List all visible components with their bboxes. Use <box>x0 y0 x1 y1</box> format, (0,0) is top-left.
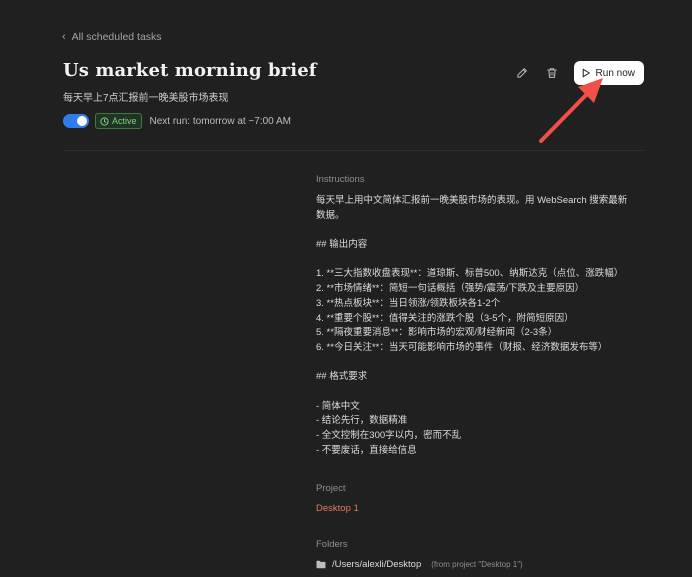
instruction-line <box>316 385 646 400</box>
scheduled-task-page: ‹ All scheduled tasks Us market morning … <box>0 0 692 577</box>
delete-button[interactable] <box>544 65 560 81</box>
header-divider <box>63 150 644 151</box>
instruction-line: 数据。 <box>316 209 345 221</box>
task-subtitle: 每天早上7点汇报前一晚美股市场表现 <box>63 93 229 104</box>
project-section: Project Desktop 1 <box>316 483 359 514</box>
instruction-line <box>316 356 646 371</box>
status-row: Active Next run: tomorrow at ~7:00 AM <box>63 113 291 129</box>
back-to-scheduled-tasks-link[interactable]: ‹ All scheduled tasks <box>62 31 162 43</box>
instruction-line <box>316 253 646 268</box>
instruction-line: - 不要废话，直接给信息 <box>316 444 417 456</box>
chevron-left-icon: ‹ <box>62 30 66 43</box>
instruction-line <box>316 223 646 238</box>
trash-icon <box>546 68 557 78</box>
instruction-line: 每天早上用中文简体汇报前一晚美股市场的表现。用 WebSearch 搜索最新 <box>316 195 628 206</box>
play-icon <box>582 68 590 78</box>
instruction-line: - 全文控制在300字以内，密而不乱 <box>316 430 462 442</box>
instruction-line: 5. **隔夜重要消息**：影响市场的宏观/财经新闻（2-3条） <box>316 327 558 339</box>
folder-source-note: (from project "Desktop 1") <box>431 560 523 569</box>
instruction-line: - 简体中文 <box>316 400 360 412</box>
instruction-line: ## 输出内容 <box>316 239 368 251</box>
instructions-label: Instructions <box>316 174 365 185</box>
instruction-line: ## 格式要求 <box>316 371 368 383</box>
folders-label: Folders <box>316 539 348 550</box>
folders-section: Folders /Users/alexli/Desktop (from proj… <box>316 539 523 570</box>
instructions-body: 每天早上用中文简体汇报前一晚美股市场的表现。用 WebSearch 搜索最新 数据… <box>316 194 646 459</box>
project-link[interactable]: Desktop 1 <box>316 503 359 514</box>
instructions-section: Instructions 每天早上用中文简体汇报前一晚美股市场的表现。用 Web… <box>316 174 646 459</box>
status-badge: Active <box>95 113 142 129</box>
instruction-line: 4. **重要个股**：值得关注的涨跌个股（3-5个，附简短原因） <box>316 312 574 324</box>
folder-row[interactable]: /Users/alexli/Desktop (from project "Des… <box>316 559 523 570</box>
instruction-line: 6. **今日关注**：当天可能影响市场的事件（财报、经济数据发布等） <box>316 342 608 353</box>
toggle-knob <box>77 116 87 126</box>
instruction-line: 3. **热点板块**：当日领涨/领跌板块各1-2个 <box>316 297 501 309</box>
folder-path: /Users/alexli/Desktop <box>332 559 422 570</box>
status-badge-label: Active <box>112 116 137 126</box>
run-now-label: Run now <box>595 67 635 79</box>
edit-button[interactable] <box>514 65 530 81</box>
run-now-button[interactable]: Run now <box>573 61 644 85</box>
instruction-line: - 结论先行，数据精准 <box>316 415 408 427</box>
task-actions: Run now <box>514 61 644 85</box>
project-label: Project <box>316 483 346 494</box>
pencil-icon <box>516 68 527 78</box>
clock-icon <box>100 116 109 126</box>
instruction-line: 1. **三大指数收盘表现**：道琼斯、标普500、纳斯达克（点位、涨跌幅） <box>316 268 624 280</box>
task-title: Us market morning brief <box>63 60 317 81</box>
task-enabled-toggle[interactable] <box>63 114 89 128</box>
next-run-text: Next run: tomorrow at ~7:00 AM <box>149 115 291 127</box>
instruction-line: 2. **市场情绪**：简短一句话概括（强势/震荡/下跌及主要原因） <box>316 283 585 295</box>
back-link-label: All scheduled tasks <box>71 31 162 43</box>
folder-icon <box>316 560 326 569</box>
